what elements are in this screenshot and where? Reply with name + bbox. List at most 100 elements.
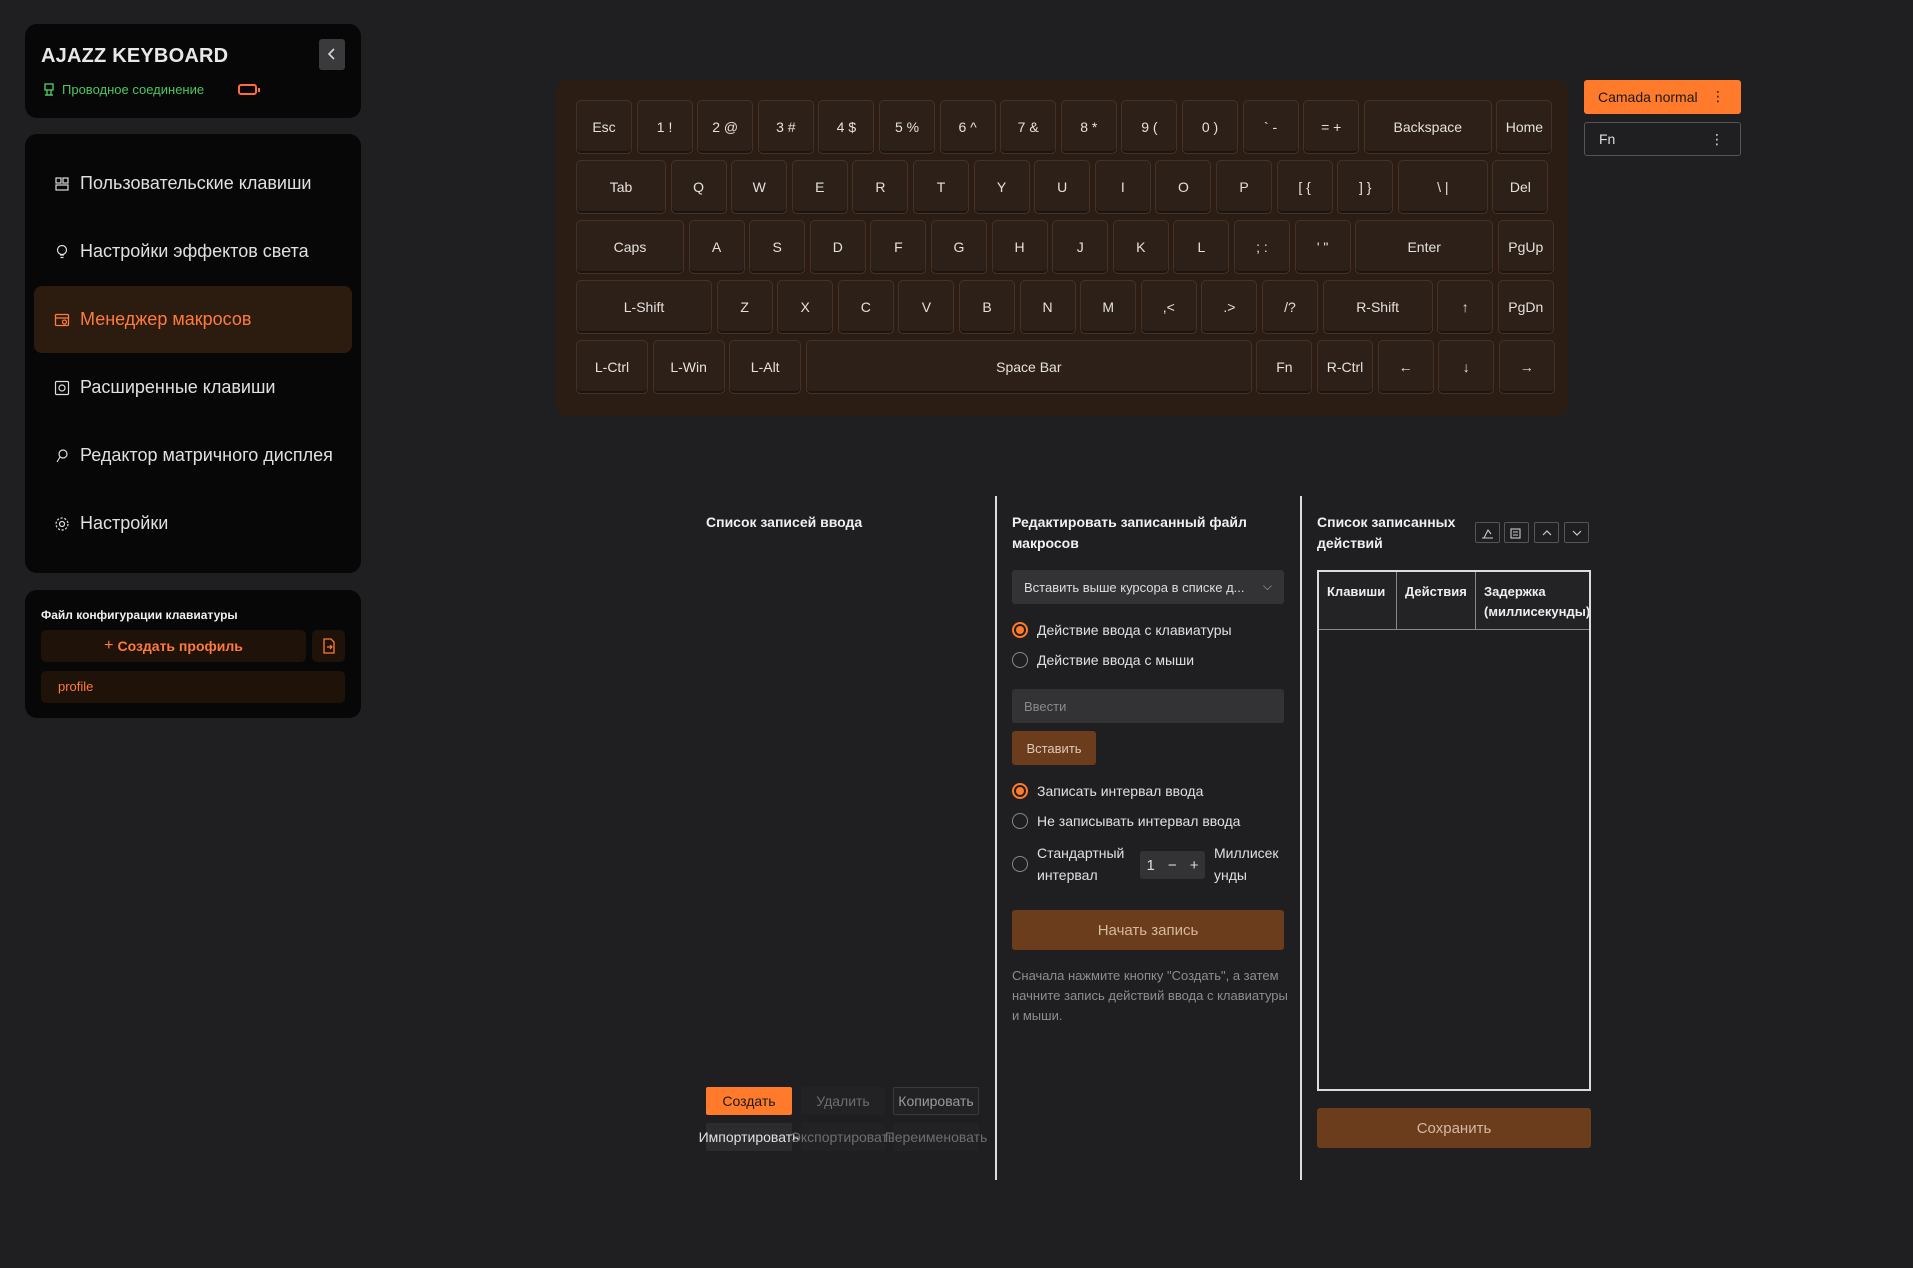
minus-icon[interactable]: − — [1168, 857, 1177, 874]
key[interactable]: Del — [1492, 160, 1549, 214]
key[interactable]: → — [1498, 340, 1555, 394]
key[interactable]: P — [1216, 160, 1272, 214]
key[interactable]: G — [931, 220, 987, 274]
create-profile-button[interactable]: + Создать профиль — [41, 630, 306, 662]
key[interactable]: W — [731, 160, 788, 214]
key[interactable]: 8 * — [1060, 100, 1117, 154]
move-down-icon[interactable] — [1564, 522, 1589, 543]
key[interactable]: B — [959, 280, 1015, 334]
sidebar-item-macro-manager[interactable]: Менеджер макросов — [34, 286, 352, 353]
key[interactable]: L-Ctrl — [576, 340, 648, 394]
key[interactable]: 7 & — [1000, 100, 1057, 154]
insert-button[interactable]: Вставить — [1012, 731, 1096, 765]
start-recording-button[interactable]: Начать запись — [1012, 910, 1284, 950]
insert-mode-select[interactable]: Вставить выше курсора в списке д... ⌵ — [1012, 570, 1284, 604]
key[interactable]: 3 # — [757, 100, 814, 154]
key[interactable]: 0 ) — [1182, 100, 1238, 154]
rename-button[interactable]: Переименовать — [885, 1123, 987, 1151]
sidebar-item-light-effects[interactable]: Настройки эффектов света — [34, 218, 352, 285]
key[interactable]: U — [1034, 160, 1091, 214]
key[interactable]: R-Shift — [1322, 280, 1433, 334]
key[interactable]: 2 @ — [697, 100, 754, 154]
key[interactable]: V — [898, 280, 955, 334]
key[interactable]: C — [837, 280, 894, 334]
key[interactable]: [ { — [1276, 160, 1333, 214]
key[interactable]: Z — [716, 280, 773, 334]
key[interactable]: R-Ctrl — [1317, 340, 1373, 394]
plus-icon[interactable]: + — [1190, 857, 1199, 874]
actions-table[interactable]: Клавиши Действия Задержка (миллисекунды) — [1317, 570, 1591, 1091]
input-field[interactable] — [1012, 689, 1284, 723]
key[interactable]: ↓ — [1438, 340, 1495, 394]
key[interactable]: N — [1019, 280, 1076, 334]
key[interactable]: ← — [1377, 340, 1434, 394]
key[interactable]: PgUp — [1497, 220, 1554, 274]
import-button[interactable]: Импортировать — [699, 1123, 799, 1151]
key[interactable]: L-Win — [652, 340, 725, 394]
key[interactable]: ,< — [1140, 280, 1197, 334]
radio-keyboard-input[interactable]: Действие ввода с клавиатуры — [1012, 622, 1232, 638]
key[interactable]: Enter — [1355, 220, 1494, 274]
key[interactable]: ; : — [1234, 220, 1290, 274]
key[interactable]: ] } — [1337, 160, 1394, 214]
key[interactable]: Backspace — [1363, 100, 1492, 154]
sidebar-item-custom-keys[interactable]: Пользовательские клавиши — [34, 150, 352, 217]
create-button[interactable]: Создать — [706, 1087, 792, 1115]
key[interactable]: O — [1155, 160, 1212, 214]
key[interactable]: M — [1080, 280, 1137, 334]
key[interactable]: Home — [1496, 100, 1553, 154]
key[interactable]: /? — [1262, 280, 1318, 334]
key[interactable]: ' " — [1294, 220, 1351, 274]
clear-icon[interactable] — [1475, 522, 1500, 543]
key[interactable]: PgDn — [1497, 280, 1554, 334]
key[interactable]: Caps — [576, 220, 684, 274]
sidebar-item-matrix-editor[interactable]: Редактор матричного дисплея — [34, 422, 352, 489]
key[interactable]: A — [688, 220, 745, 274]
move-up-icon[interactable] — [1534, 522, 1559, 543]
key[interactable]: L — [1173, 220, 1230, 274]
more-options-icon[interactable]: ⋮ — [1710, 131, 1724, 148]
key[interactable]: J — [1052, 220, 1109, 274]
key[interactable]: Tab — [576, 160, 666, 214]
key[interactable]: 9 ( — [1121, 100, 1178, 154]
key[interactable]: 5 % — [879, 100, 935, 154]
key[interactable]: ` - — [1242, 100, 1299, 154]
layer-normal[interactable]: Camada normal ⋮ — [1584, 80, 1741, 114]
key[interactable]: Space Bar — [805, 340, 1252, 394]
key[interactable]: Q — [670, 160, 727, 214]
radio-standard-interval[interactable]: Стандартный интервал — [1012, 842, 1132, 886]
key[interactable]: \ | — [1397, 160, 1488, 214]
profile-list-item[interactable]: profile — [41, 671, 345, 703]
radio-no-interval[interactable]: Не записывать интервал ввода — [1012, 813, 1240, 829]
import-profile-button[interactable] — [312, 630, 345, 662]
key[interactable]: F — [870, 220, 927, 274]
save-button[interactable]: Сохранить — [1317, 1108, 1591, 1148]
key[interactable]: I — [1094, 160, 1151, 214]
key[interactable]: T — [913, 160, 969, 214]
key[interactable]: 6 ^ — [939, 100, 996, 154]
key[interactable]: L-Shift — [576, 280, 712, 334]
export-button[interactable]: Экспортировать — [791, 1123, 895, 1151]
key[interactable]: S — [749, 220, 806, 274]
collapse-sidebar-button[interactable] — [319, 39, 345, 70]
key[interactable]: 4 $ — [818, 100, 875, 154]
sidebar-item-settings[interactable]: Настройки — [34, 490, 352, 557]
key[interactable]: D — [809, 220, 866, 274]
key[interactable]: .> — [1201, 280, 1258, 334]
radio-mouse-input[interactable]: Действие ввода с мыши — [1012, 652, 1194, 668]
layer-fn[interactable]: Fn ⋮ — [1584, 122, 1741, 156]
key[interactable]: ↑ — [1437, 280, 1494, 334]
key[interactable]: = + — [1303, 100, 1360, 154]
key[interactable]: 1 ! — [636, 100, 693, 154]
edit-icon[interactable] — [1504, 522, 1529, 543]
key[interactable]: K — [1112, 220, 1169, 274]
key[interactable]: Y — [973, 160, 1030, 214]
interval-stepper[interactable]: 1 − + — [1140, 851, 1205, 879]
more-options-icon[interactable]: ⋮ — [1711, 88, 1725, 105]
copy-button[interactable]: Копировать — [893, 1087, 979, 1115]
key[interactable]: X — [777, 280, 834, 334]
key[interactable]: R — [852, 160, 909, 214]
radio-record-interval[interactable]: Записать интервал ввода — [1012, 783, 1203, 799]
key[interactable]: E — [791, 160, 848, 214]
key[interactable]: H — [991, 220, 1048, 274]
